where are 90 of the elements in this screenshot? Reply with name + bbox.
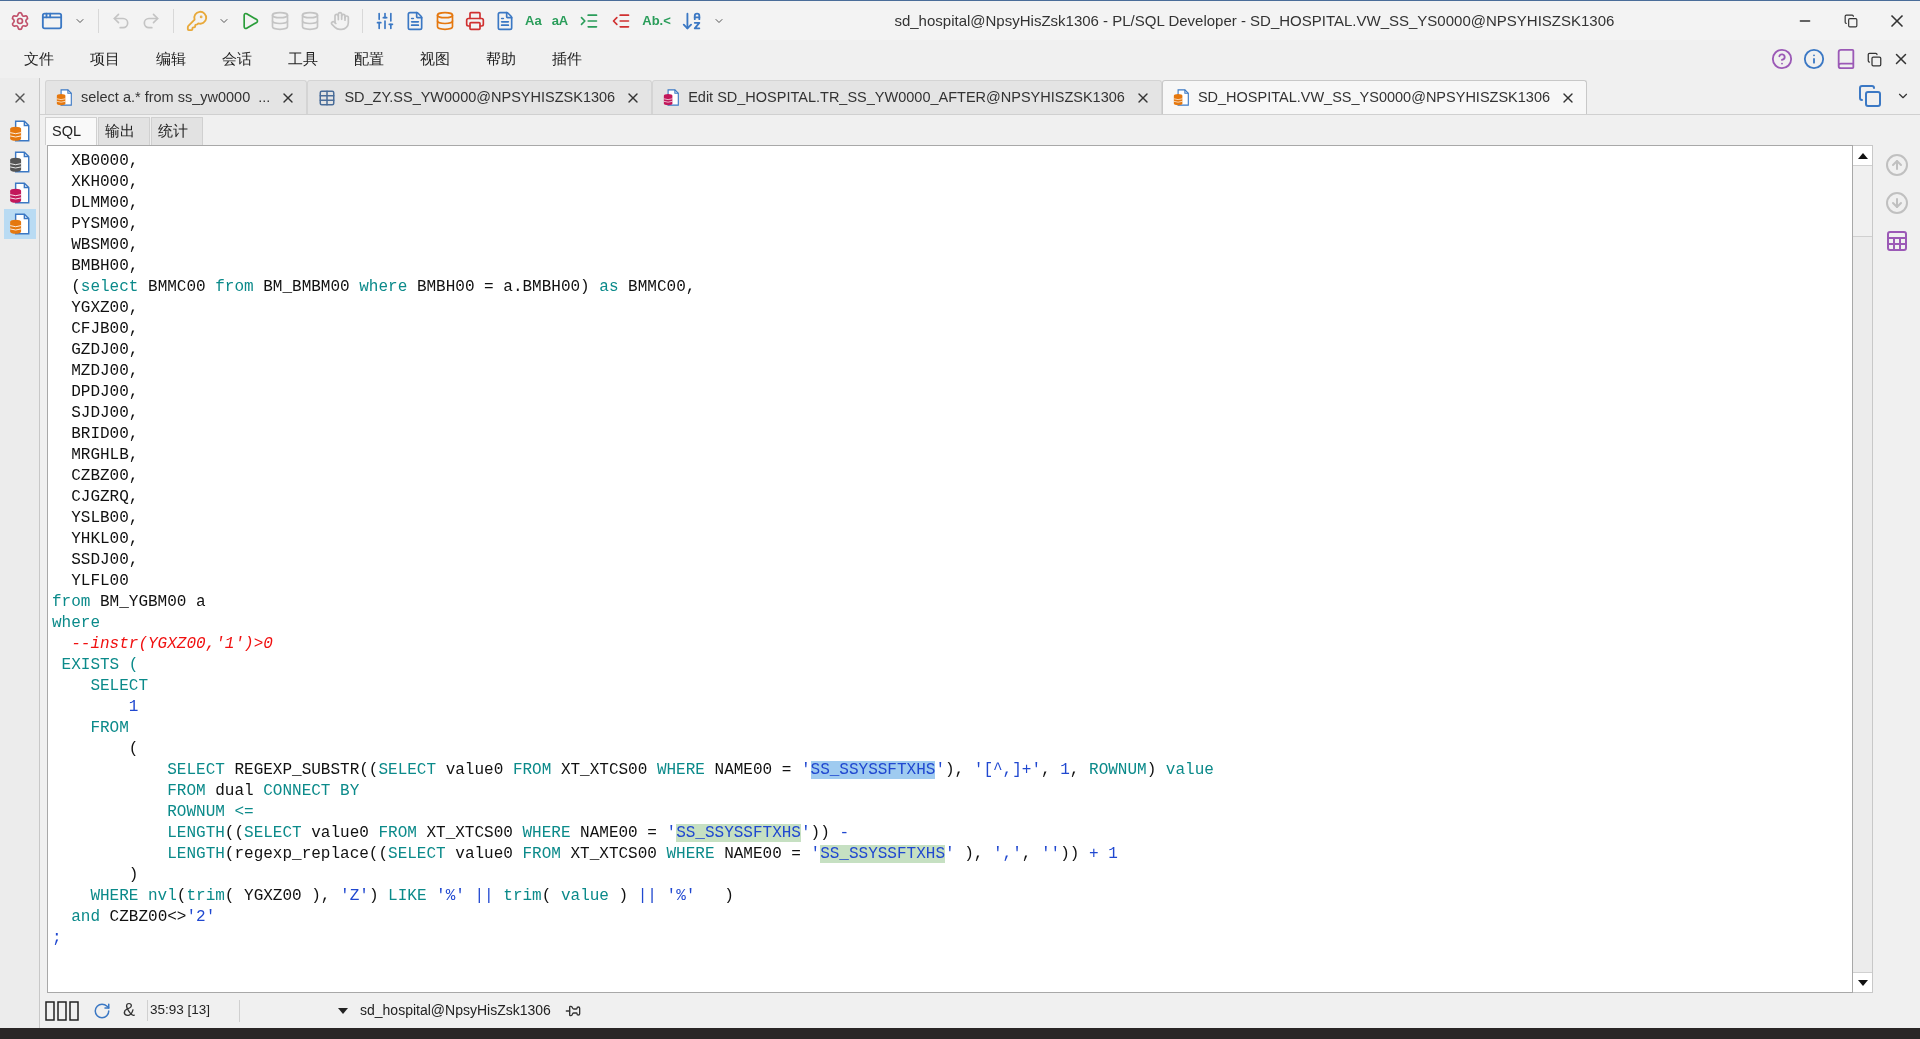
code-line: CFJB00,	[70, 319, 139, 340]
menu-item[interactable]: 工具	[270, 47, 336, 71]
code-line: 1	[127, 697, 139, 718]
database-document-icon	[1172, 88, 1190, 107]
restore-icon[interactable]	[1844, 13, 1858, 28]
connection-label: sd_hospital@NpsyHisZsk1306	[360, 1001, 551, 1020]
code-line: BMBH00,	[70, 256, 139, 277]
window-list-item[interactable]	[3, 209, 36, 239]
code-line: EXISTS (	[60, 655, 139, 676]
code-line: XB0000,	[70, 151, 139, 172]
editor-tab[interactable]: SD_HOSPITAL.VW_SS_YS0000@NPSYHISZSK1306	[1161, 80, 1587, 114]
printer-icon[interactable]	[465, 9, 485, 32]
database-document-icon	[8, 212, 31, 236]
code-line: from BM_YGBM00 a	[52, 592, 206, 613]
code-line: LENGTH((SELECT value0 FROM XT_XTCS00 WHERE NAME00 = 'SS_SSYSSFTXHS')) -	[166, 823, 849, 844]
help-icon[interactable]	[1771, 48, 1793, 70]
scroll-down-icon[interactable]	[1857, 979, 1868, 986]
database-document-icon	[8, 150, 31, 174]
menu-item[interactable]: 项目	[72, 47, 138, 71]
code-line: DLMM00,	[70, 193, 139, 214]
code-line: PYSM00,	[70, 214, 139, 235]
refresh-icon[interactable]	[93, 1001, 111, 1020]
editor-tab[interactable]: SD_ZY.SS_YW0000@NPSYHISZSK1306	[307, 80, 653, 114]
cursor-position: 35:93 [13]	[147, 1000, 227, 1021]
menu-item[interactable]: 帮助	[468, 47, 534, 71]
sliders-icon[interactable]	[375, 10, 395, 31]
code-line: YGXZ00,	[70, 298, 139, 319]
document-icon[interactable]	[495, 9, 515, 32]
status-glyph: &	[123, 999, 135, 1022]
code-line: SELECT REGEXP_SUBSTR((SELECT value0 FROM XT_XTCS00 WHERE NAME00 = 'SS_SSYSSFTXHS'), '[^,]+', 1, ROWNUM) value	[166, 760, 1214, 781]
code-line: BRID00,	[70, 424, 139, 445]
menu-item[interactable]: 配置	[336, 47, 402, 71]
info-icon[interactable]	[1803, 48, 1825, 70]
sub-tab[interactable]: 输出	[98, 117, 150, 145]
menu-item[interactable]: 编辑	[138, 47, 204, 71]
editor-tab[interactable]: Edit SD_HOSPITAL.TR_SS_YW0000_AFTER@NPSYHISZSK1306	[652, 80, 1162, 114]
code-line: (	[127, 739, 139, 760]
menu-item[interactable]: 视图	[402, 47, 468, 71]
code-line: XKH000,	[70, 172, 139, 193]
menu-item[interactable]: 会话	[204, 47, 270, 71]
table-icon	[318, 88, 337, 107]
code-line: GZDJ00,	[70, 340, 139, 361]
code-line: MRGHLB,	[70, 445, 139, 466]
database-document-icon	[663, 88, 681, 107]
code-line: SJDJ00,	[70, 403, 139, 424]
database-document-icon	[56, 88, 73, 107]
code-line: YHKL00,	[70, 529, 139, 550]
tab-label: SD_HOSPITAL.VW_SS_YS0000@NPSYHISZSK1306	[1197, 87, 1550, 107]
database-document-icon	[8, 181, 31, 205]
sub-tab[interactable]: 统计	[151, 117, 203, 145]
code-line: YSLB00,	[70, 508, 139, 529]
bars-icon	[45, 1000, 79, 1021]
scrollbar-thumb[interactable]	[1853, 236, 1872, 972]
code-line: SSDJ00,	[70, 550, 139, 571]
menu-item[interactable]: 文件	[6, 47, 72, 71]
restore-icon[interactable]	[1867, 51, 1882, 67]
code-line: )	[127, 865, 139, 886]
code-line: (select BMMC00 from BM_BMBM00 where BMBH00 = a.BMBH00) as BMMC00,	[70, 277, 696, 298]
menu-item[interactable]: 插件	[534, 47, 600, 71]
window-title: sd_hospital@NpsyHisZsk1306 - PL/SQL Developer - SD_HOSPITAL.VW_SS_YS0000@NPSYHISZSK1306	[894, 11, 1615, 29]
code-line: WBSM00,	[70, 235, 139, 256]
code-line: ;	[52, 928, 62, 949]
code-line: CJGZRQ,	[70, 487, 139, 508]
code-line: and CZBZ00<>'2'	[70, 907, 216, 928]
tab-label: SD_ZY.SS_YW0000@NPSYHISZSK1306	[344, 87, 616, 107]
editor-tab[interactable]: select a.* from ss_yw0000 ...	[45, 80, 308, 114]
play-icon[interactable]	[240, 10, 260, 31]
tab-label: Edit SD_HOSPITAL.TR_SS_YW0000_AFTER@NPSYHISZSK1306	[688, 87, 1125, 107]
code-line: --instr(YGXZ00,'1')>0	[70, 634, 273, 655]
document-icon[interactable]	[405, 9, 425, 32]
code-line: DPDJ00,	[70, 382, 139, 403]
code-line: LENGTH(regexp_replace((SELECT value0 FROM XT_XTCS00 WHERE NAME00 = 'SS_SSYSSFTXHS' ), ',', '')) + 1	[166, 844, 1118, 865]
scroll-up-icon[interactable]	[1857, 152, 1868, 159]
code-line: FROM dual CONNECT BY	[166, 781, 360, 802]
tab-label: select a.* from ss_yw0000 ...	[81, 87, 271, 107]
dropdown-icon[interactable]	[338, 1007, 348, 1014]
code-line: where	[52, 613, 100, 634]
sub-tab[interactable]: SQL	[45, 117, 97, 145]
code-line: SELECT	[89, 676, 148, 697]
code-line: MZDJ00,	[70, 361, 139, 382]
windows-icon[interactable]	[1858, 84, 1882, 108]
book-icon[interactable]	[1835, 48, 1857, 70]
code-line: YLFL00	[70, 571, 129, 592]
database-document-icon	[8, 119, 31, 143]
code-line: ROWNUM <=	[166, 802, 254, 823]
database-icon[interactable]	[435, 9, 455, 32]
code-line: CZBZ00,	[70, 466, 139, 487]
vertical-scrollbar[interactable]	[1853, 145, 1873, 993]
code-line: WHERE nvl(trim( YGXZ00 ), 'Z') LIKE '%' || trim( value ) || '%' )	[89, 886, 734, 907]
code-line: FROM	[89, 718, 129, 739]
